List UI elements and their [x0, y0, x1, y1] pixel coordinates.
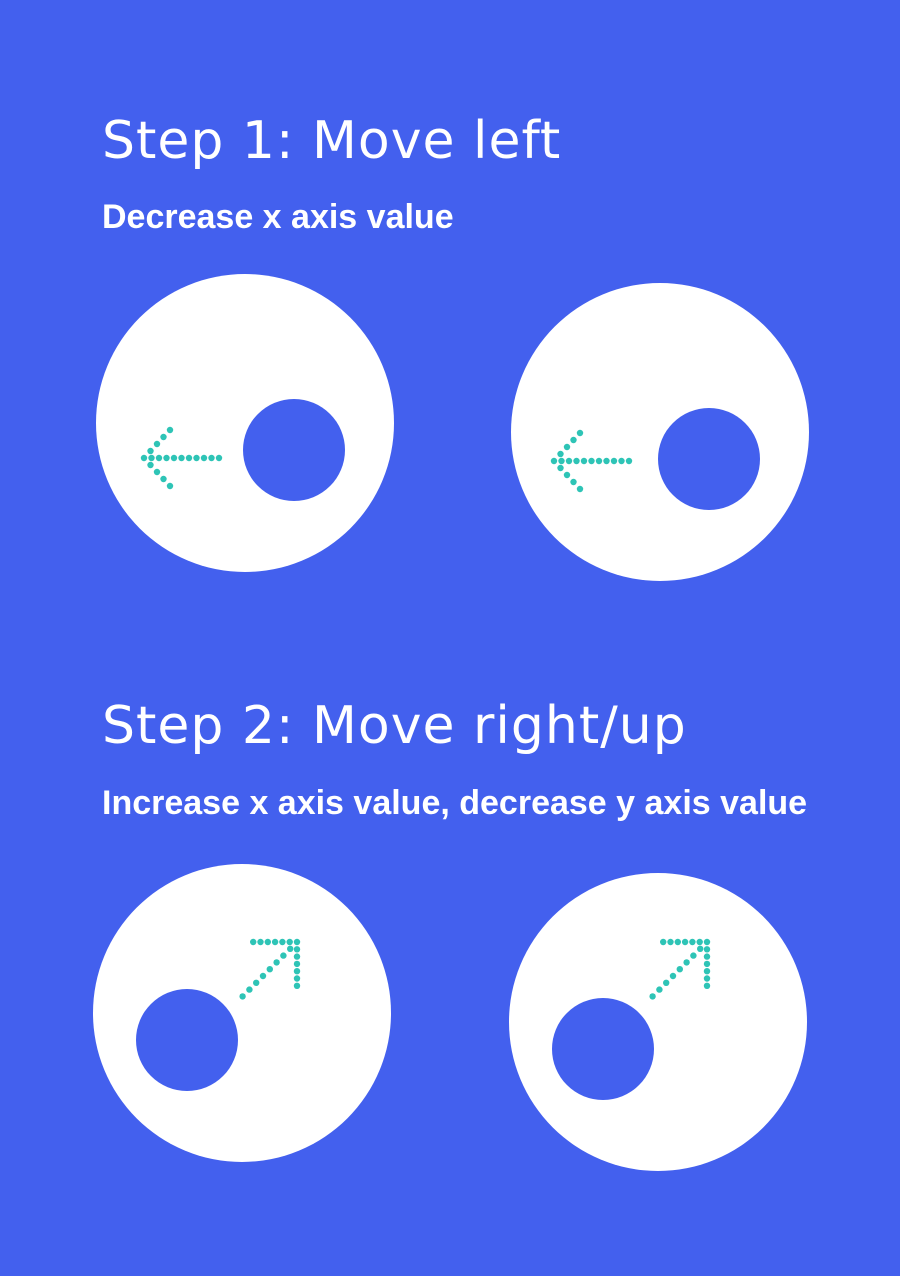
- arrow-dot: [703, 946, 711, 953]
- arrow-dot: [286, 938, 293, 946]
- arrow-dot: [576, 485, 584, 493]
- arrow-dot: [558, 457, 565, 465]
- arrow-dot: [293, 982, 301, 989]
- joystick-knob-icon: [243, 399, 345, 501]
- arrow-dot: [557, 464, 564, 472]
- arrow-dot: [293, 975, 301, 982]
- arrow-dot: [576, 429, 584, 437]
- step2-joystick-end: [509, 873, 807, 1171]
- arrow-dot: [603, 457, 610, 465]
- arrow-dot: [147, 461, 154, 469]
- joystick-base-icon: [509, 873, 807, 1171]
- arrow-dot: [259, 972, 267, 980]
- arrow-dot: [153, 468, 161, 476]
- arrow-dot: [690, 952, 697, 959]
- arrow-dot: [618, 457, 625, 465]
- arrow-dot: [293, 953, 301, 960]
- arrow-dot: [656, 986, 663, 993]
- arrow-dot: [565, 457, 573, 465]
- arrow-dot: [155, 454, 163, 462]
- arrow-dot: [160, 475, 167, 483]
- arrow-dot: [153, 440, 161, 448]
- arrow-dot: [246, 986, 253, 993]
- arrow-dot: [649, 993, 656, 1000]
- arrow-dot: [208, 454, 215, 462]
- arrow-dot: [293, 938, 301, 946]
- arrow-dot: [273, 959, 280, 966]
- arrow-dot: [676, 966, 683, 973]
- arrow-dot: [660, 938, 667, 946]
- arrow-dot: [264, 938, 271, 946]
- step1-joystick-end: [511, 283, 809, 581]
- arrow-dot: [271, 938, 279, 946]
- arrow-dot: [200, 454, 208, 462]
- arrow-dot: [703, 968, 711, 975]
- arrow-dot: [287, 945, 294, 952]
- arrow-dot: [293, 960, 301, 968]
- arrow-dot: [140, 454, 148, 462]
- arrow-dot: [580, 457, 588, 465]
- arrow-dot: [570, 436, 577, 444]
- arrow-dot: [683, 959, 690, 966]
- arrow-dot: [696, 938, 703, 946]
- arrow-dot: [570, 478, 577, 486]
- arrow-dot: [178, 454, 185, 462]
- arrow-dot: [595, 457, 603, 465]
- arrow-dot: [563, 471, 571, 479]
- arrow-dot: [193, 454, 200, 462]
- joystick-knob-icon: [136, 989, 238, 1091]
- arrow-dot: [170, 454, 178, 462]
- arrow-dot: [147, 447, 154, 455]
- joystick-diagrams: [93, 274, 809, 1171]
- step2-joystick-start: [93, 864, 391, 1162]
- arrow-dot: [674, 938, 681, 946]
- arrow-dot: [703, 982, 711, 989]
- arrow-dot: [166, 482, 174, 490]
- arrow-dot: [663, 979, 670, 986]
- arrow-dot: [697, 945, 704, 952]
- arrow-dot: [681, 938, 689, 946]
- arrow-dot: [689, 938, 696, 946]
- arrow-dot: [610, 457, 618, 465]
- arrow-dot: [573, 457, 580, 465]
- arrow-dot: [279, 938, 286, 946]
- arrow-dot: [563, 443, 571, 451]
- arrow-dot: [215, 454, 223, 462]
- arrow-dot: [703, 960, 711, 968]
- arrow-dot: [280, 952, 287, 959]
- arrow-dot: [293, 946, 301, 953]
- arrow-dot: [703, 938, 711, 946]
- arrow-dot: [239, 993, 246, 1000]
- arrow-dot: [588, 457, 595, 465]
- arrow-dot: [253, 979, 260, 986]
- arrow-dot: [293, 968, 301, 975]
- arrow-dot: [163, 454, 170, 462]
- joystick-base-icon: [93, 864, 391, 1162]
- step1-joystick-start: [96, 274, 394, 572]
- joystick-base-icon: [511, 283, 809, 581]
- joystick-base-icon: [96, 274, 394, 572]
- arrow-dot: [625, 457, 633, 465]
- arrow-dot: [703, 953, 711, 960]
- joystick-knob-icon: [552, 998, 654, 1100]
- joystick-knob-icon: [658, 408, 760, 510]
- arrow-dot: [185, 454, 193, 462]
- arrow-dot: [667, 938, 674, 946]
- arrow-dot: [669, 972, 677, 980]
- arrow-dot: [550, 457, 558, 465]
- arrow-dot: [250, 938, 257, 946]
- arrow-dot: [557, 450, 564, 458]
- arrow-dot: [257, 938, 264, 946]
- arrow-dot: [703, 975, 711, 982]
- arrow-dot: [148, 454, 155, 462]
- arrow-dot: [160, 433, 167, 441]
- arrow-dot: [166, 426, 174, 434]
- arrow-dot: [266, 966, 273, 973]
